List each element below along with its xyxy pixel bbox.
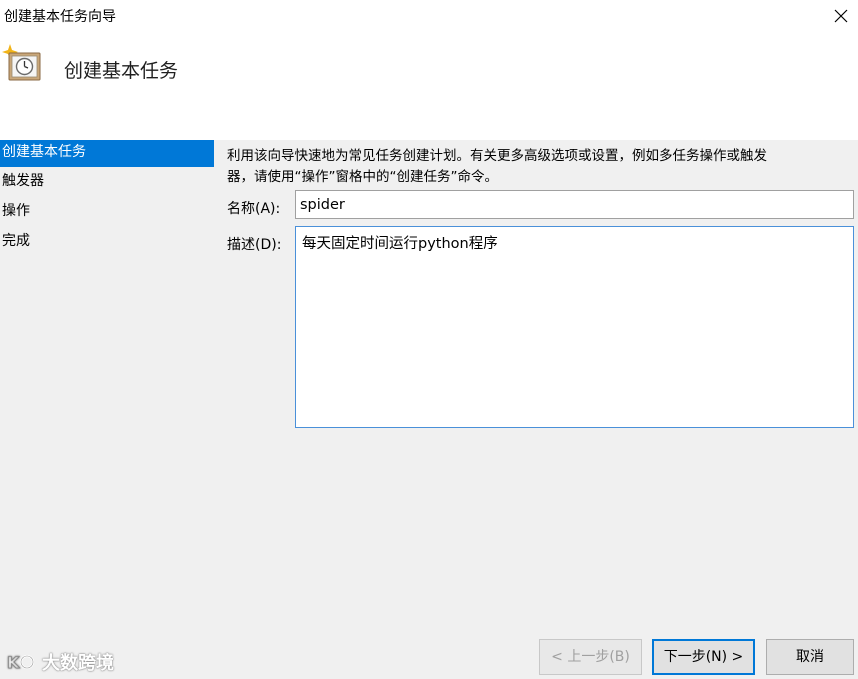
nav-item-create-basic-task[interactable]: 创建基本任务 [0,140,214,167]
nav-item-finish[interactable]: 完成 [0,229,214,256]
back-button[interactable]: < 上一步(B) [539,639,642,675]
close-button[interactable] [824,0,858,32]
wizard-body: 创建基本任务 触发器 操作 完成 利用该向导快速地为常见任务创建计划。有关更多高… [0,140,858,679]
cancel-button[interactable]: 取消 [766,639,854,675]
intro-line-2: 器，请使用“操作”窗格中的“创建任务”命令。 [227,169,498,185]
description-label: 描述(D): [227,237,282,253]
step-navigation: 创建基本任务 触发器 操作 完成 [0,140,215,560]
wizard-header: 创建基本任务 [0,32,858,140]
nav-item-action[interactable]: 操作 [0,199,214,226]
name-input[interactable] [295,190,854,219]
svg-text:K: K [7,653,20,672]
name-label: 名称(A): [227,201,281,217]
window-title: 创建基本任务向导 [4,9,116,25]
scheduled-task-clock-icon [2,44,41,81]
close-icon [834,9,848,23]
watermark: K 大数跨境 [6,648,114,676]
title-bar: 创建基本任务向导 [0,0,858,32]
watermark-logo-icon: K [7,653,35,672]
next-button[interactable]: 下一步(N) > [652,639,755,675]
watermark-text: 大数跨境 [42,653,114,674]
nav-item-trigger[interactable]: 触发器 [0,169,214,196]
page-title: 创建基本任务 [64,60,179,82]
description-textarea[interactable]: 每天固定时间运行python程序 [295,226,854,428]
intro-text: 利用该向导快速地为常见任务创建计划。有关更多高级选项或设置，例如多任务操作或触发… [227,146,847,188]
intro-line-1: 利用该向导快速地为常见任务创建计划。有关更多高级选项或设置，例如多任务操作或触发 [227,148,767,164]
